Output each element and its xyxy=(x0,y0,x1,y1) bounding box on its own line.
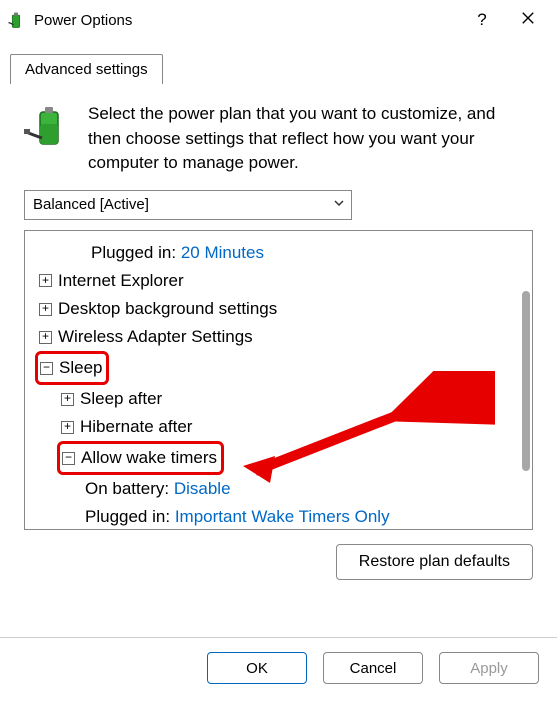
tree-row-sleep-after[interactable]: Sleep after xyxy=(29,385,532,413)
tree-row-plugged-in-top[interactable]: Plugged in: 20 Minutes xyxy=(29,239,532,267)
close-button[interactable] xyxy=(505,10,551,30)
scrollbar-thumb[interactable] xyxy=(522,291,530,471)
expander-allow-wake-timers[interactable] xyxy=(62,452,75,465)
plugged-in-top-value[interactable]: 20 Minutes xyxy=(181,239,264,267)
tabbar: Advanced settings xyxy=(10,54,557,84)
highlight-sleep: Sleep xyxy=(35,351,109,385)
power-plan-selected: Balanced [Active] xyxy=(33,196,149,213)
tree-label: Hibernate after xyxy=(80,413,192,441)
tree-label: Sleep after xyxy=(80,385,162,413)
tab-advanced-settings[interactable]: Advanced settings xyxy=(10,54,163,84)
content-panel: Select the power plan that you want to c… xyxy=(10,84,547,596)
tree-label-sleep: Sleep xyxy=(59,354,102,382)
tree-row-plugged-in[interactable]: Plugged in: Important Wake Timers Only xyxy=(29,503,532,530)
tree-row-desktop-bg[interactable]: Desktop background settings xyxy=(29,295,532,323)
on-battery-label: On battery: xyxy=(85,475,169,503)
intro-text: Select the power plan that you want to c… xyxy=(88,102,533,176)
cancel-button[interactable]: Cancel xyxy=(323,652,423,684)
intro-section: Select the power plan that you want to c… xyxy=(24,102,533,176)
restore-defaults-button[interactable]: Restore plan defaults xyxy=(336,544,533,580)
battery-icon xyxy=(24,102,72,150)
power-plan-dropdown[interactable]: Balanced [Active] xyxy=(24,190,352,220)
tree-row-internet-explorer[interactable]: Internet Explorer xyxy=(29,267,532,295)
expander-wireless[interactable] xyxy=(39,331,52,344)
plugged-in-value[interactable]: Important Wake Timers Only xyxy=(175,503,390,530)
chevron-down-icon xyxy=(333,197,345,212)
highlight-allow-wake-timers: Allow wake timers xyxy=(57,441,224,475)
tree-row-allow-wake-timers[interactable]: Allow wake timers xyxy=(29,441,532,475)
apply-button: Apply xyxy=(439,652,539,684)
titlebar: Power Options ? xyxy=(0,0,557,40)
expander-sleep-after[interactable] xyxy=(61,393,74,406)
tree-row-sleep[interactable]: Sleep xyxy=(29,351,532,385)
expander-desktop-bg[interactable] xyxy=(39,303,52,316)
on-battery-value[interactable]: Disable xyxy=(174,475,231,503)
expander-sleep[interactable] xyxy=(40,362,53,375)
help-button[interactable]: ? xyxy=(459,10,505,30)
expander-hibernate-after[interactable] xyxy=(61,421,74,434)
plugged-in-top-label: Plugged in: xyxy=(91,239,176,267)
tree-row-hibernate-after[interactable]: Hibernate after xyxy=(29,413,532,441)
tree-row-on-battery[interactable]: On battery: Disable xyxy=(29,475,532,503)
tree-label-allow-wake: Allow wake timers xyxy=(81,444,217,472)
window-title: Power Options xyxy=(34,12,459,29)
restore-row: Restore plan defaults xyxy=(24,544,533,580)
tree-row-wireless[interactable]: Wireless Adapter Settings xyxy=(29,323,532,351)
tree-label: Internet Explorer xyxy=(58,267,184,295)
tree-label: Wireless Adapter Settings xyxy=(58,323,253,351)
power-options-icon xyxy=(6,10,26,30)
expander-internet-explorer[interactable] xyxy=(39,274,52,287)
ok-button[interactable]: OK xyxy=(207,652,307,684)
tree-label: Desktop background settings xyxy=(58,295,277,323)
plugged-in-label: Plugged in: xyxy=(85,503,170,530)
settings-tree: Plugged in: 20 Minutes Internet Explorer… xyxy=(24,230,533,530)
dialog-footer: OK Cancel Apply xyxy=(0,637,557,702)
